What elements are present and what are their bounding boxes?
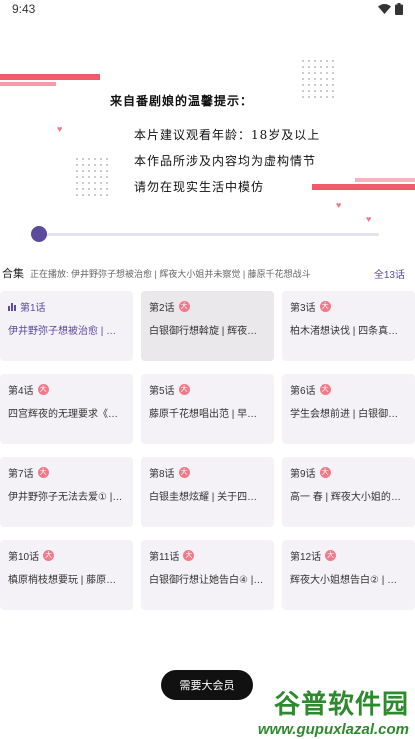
episode-card[interactable]: 第12话大辉夜大小姐想告白② | 辉夜: [282, 540, 415, 610]
decor-dots: [74, 156, 110, 196]
episode-number: 第3话: [290, 303, 316, 314]
episode-title: 学生会想前进 | 白银御行想被约: [290, 409, 407, 420]
episode-grid: 第1话伊井野弥子想被治愈 | 辉夜大小姐并未察觉第2话大白银御行想斡旋 | 辉夜…: [0, 291, 415, 610]
age-notice: 来自番剧娘的温馨提示： 本片建议观看年龄：18岁及以上 本作品所涉及内容均为虚构…: [110, 92, 320, 204]
episode-title: 白银御行想斡旋 | 辉夜大小姐想被感谢: [149, 326, 266, 337]
heart-icon: ♥: [366, 214, 372, 224]
watermark-name: 谷普软件园: [273, 689, 409, 719]
episode-card-header: 第12话大: [290, 548, 407, 563]
notice-title: 来自番剧娘的温馨提示：: [110, 94, 254, 108]
all-episodes-button[interactable]: 全13话: [374, 266, 405, 281]
status-bar: 9:43: [0, 0, 415, 18]
vip-badge-icon: 大: [178, 301, 190, 312]
episode-title: 白银御行想让她告白④ | 白银: [149, 575, 266, 586]
vip-badge-icon: 大: [319, 301, 331, 312]
episode-number: 第8话: [149, 469, 175, 480]
episode-title: 高一 春 | 辉夜大小姐的告白: [290, 492, 407, 503]
episode-number: 第6话: [290, 386, 316, 397]
vip-badge-icon: 大: [43, 550, 55, 561]
episode-card[interactable]: 第1话伊井野弥子想被治愈 | 辉夜大小姐并未察觉: [0, 291, 133, 361]
episode-card-header: 第2话大: [149, 299, 266, 314]
notice-line: 本片建议观看年龄：18岁及以上: [134, 128, 321, 142]
heart-icon: ♥: [336, 200, 342, 210]
episode-card-header: 第4话大: [8, 382, 125, 397]
episode-title: 伊井野弥子想被治愈 | 辉夜大小姐并未察觉: [8, 326, 125, 337]
episode-card[interactable]: 第10话大槙原梢枝想要玩 | 藤原千花想要玩: [0, 540, 133, 610]
vip-badge-icon: 大: [183, 550, 195, 561]
episode-number: 第1话: [20, 303, 46, 314]
progress-handle[interactable]: [31, 226, 47, 242]
vip-badge-icon: 大: [319, 384, 331, 395]
decor-bar: [0, 82, 56, 86]
episode-card-header: 第3话大: [290, 299, 407, 314]
episode-card[interactable]: 第4话大四宫辉夜的无理要求《红蓝色时代》: [0, 374, 133, 444]
episode-title: 伊井野弥子无法去爱① | 伊井野弥子: [8, 492, 125, 503]
episode-card[interactable]: 第7话大伊井野弥子无法去爱① | 伊井野弥子: [0, 457, 133, 527]
episode-list-header: 合集 正在播放: 伊井野弥子想被治愈 | 辉夜大小姐并未察觉 | 藤原千花想战斗…: [0, 263, 415, 283]
wifi-icon: [378, 4, 391, 14]
episode-title: 槙原梢枝想要玩 | 藤原千花想要玩: [8, 575, 125, 586]
episode-title: 四宫辉夜的无理要求《红蓝色时代》: [8, 409, 125, 420]
vip-badge-icon: 大: [319, 467, 331, 478]
episode-card[interactable]: 第2话大白银御行想斡旋 | 辉夜大小姐想被感谢: [141, 291, 274, 361]
notice-line: 请勿在现实生活中模仿: [134, 180, 265, 194]
episode-card[interactable]: 第11话大白银御行想让她告白④ | 白银: [141, 540, 274, 610]
notice-line: 本作品所涉及内容均为虚构情节: [134, 154, 317, 168]
decor-bar: [355, 178, 415, 182]
episode-card-header: 第11话大: [149, 548, 266, 563]
episode-card-header: 第9话大: [290, 465, 407, 480]
vip-required-toast: 需要大会员: [161, 670, 253, 700]
episode-card[interactable]: 第9话大高一 春 | 辉夜大小姐的告白: [282, 457, 415, 527]
episode-title: 藤原千花想唱出范 | 早坂爱想倾诉: [149, 409, 266, 420]
decor-bar: [312, 184, 415, 190]
heart-icon: ♥: [57, 124, 63, 134]
episode-card[interactable]: 第6话大学生会想前进 | 白银御行想被约: [282, 374, 415, 444]
status-icons: [378, 3, 403, 15]
episode-number: 第2话: [149, 303, 175, 314]
episode-number: 第12话: [290, 552, 322, 563]
vip-badge-icon: 大: [37, 467, 49, 478]
episode-card-header: 第7话大: [8, 465, 125, 480]
status-time: 9:43: [12, 2, 36, 16]
video-player[interactable]: ♥ ♥ ♥ 来自番剧娘的温馨提示： 本片建议观看年龄：18岁及以上 本作品所涉及…: [0, 18, 415, 250]
episode-number: 第7话: [8, 469, 34, 480]
now-playing-text: 正在播放: 伊井野弥子想被治愈 | 辉夜大小姐并未察觉 | 藤原千花想战斗: [30, 268, 311, 279]
episode-card[interactable]: 第3话大柏木渚想诀伐 | 四条真妃想被发现: [282, 291, 415, 361]
vip-badge-icon: 大: [325, 550, 337, 561]
vip-badge-icon: 大: [37, 384, 49, 395]
progress-track[interactable]: [38, 233, 379, 236]
episode-card-header: 第5话大: [149, 382, 266, 397]
decor-bar: [0, 74, 100, 80]
episode-card-header: 第6话大: [290, 382, 407, 397]
episode-card[interactable]: 第5话大藤原千花想唱出范 | 早坂爱想倾诉: [141, 374, 274, 444]
episode-card-header: 第8话大: [149, 465, 266, 480]
playing-indicator-icon: [8, 302, 16, 311]
vip-badge-icon: 大: [178, 467, 190, 478]
watermark-url: www.gupuxlazal.com: [257, 721, 409, 738]
episode-card-header: 第1话: [8, 299, 125, 314]
episode-number: 第5话: [149, 386, 175, 397]
collection-label: 合集: [2, 268, 24, 280]
episode-title: 白银圭想炫耀 | 关于四宫辉夜: [149, 492, 266, 503]
site-watermark: 谷普软件园 www.gupuxlazal.com: [258, 684, 409, 738]
episode-title: 辉夜大小姐想告白② | 辉夜: [290, 575, 407, 586]
episode-title: 柏木渚想诀伐 | 四条真妃想被发现: [290, 326, 407, 337]
episode-number: 第9话: [290, 469, 316, 480]
battery-icon: [395, 3, 403, 15]
vip-badge-icon: 大: [178, 384, 190, 395]
episode-card-header: 第10话大: [8, 548, 125, 563]
episode-card[interactable]: 第8话大白银圭想炫耀 | 关于四宫辉夜: [141, 457, 274, 527]
episode-number: 第10话: [8, 552, 40, 563]
episode-number: 第4话: [8, 386, 34, 397]
episode-number: 第11话: [149, 552, 180, 563]
